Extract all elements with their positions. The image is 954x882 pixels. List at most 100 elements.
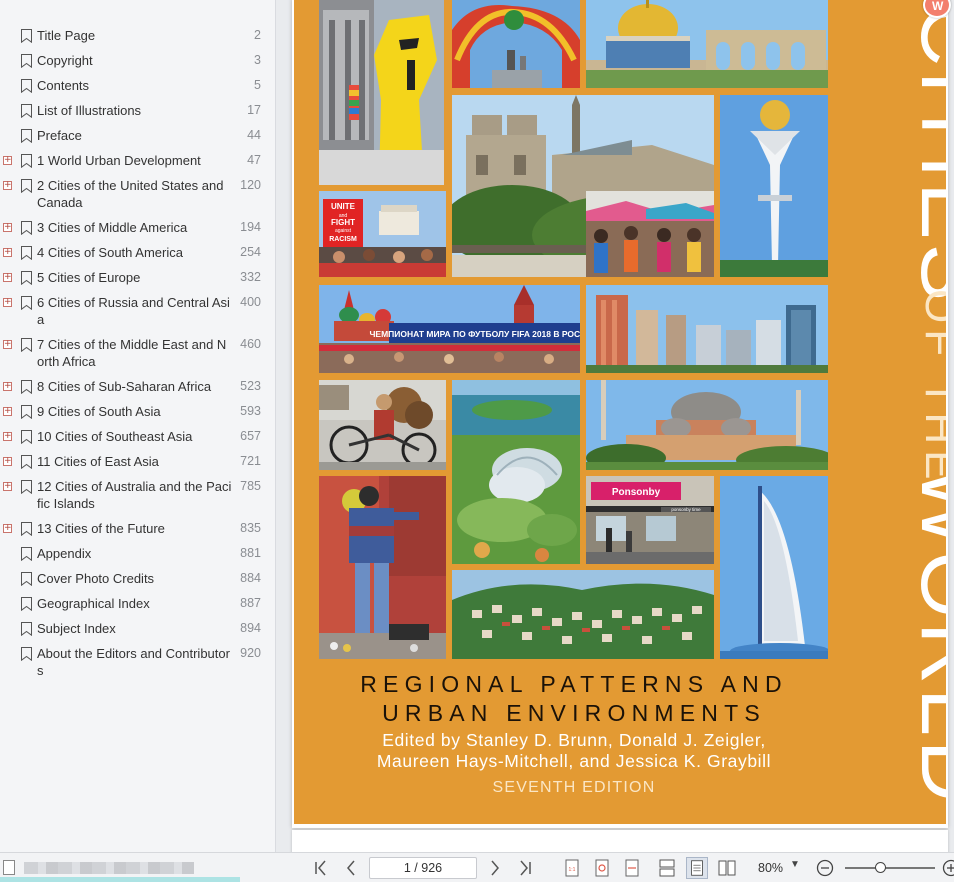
sign-against-text: against bbox=[335, 228, 352, 234]
expand-icon[interactable]: + bbox=[3, 407, 12, 416]
toc-item-label: About the Editors and Contributors bbox=[37, 646, 230, 678]
next-page-preview bbox=[292, 830, 948, 852]
toc-item[interactable]: +11 Cities of East Asia 721 bbox=[0, 452, 275, 477]
bookmark-icon bbox=[21, 296, 32, 310]
first-page-icon[interactable] bbox=[310, 857, 332, 879]
two-page-icon[interactable] bbox=[716, 857, 738, 879]
toc-item[interactable]: +5 Cities of Europe 332 bbox=[0, 268, 275, 293]
zoom-level[interactable]: 80% bbox=[758, 861, 783, 875]
toc-item-label: 6 Cities of Russia and Central Asia bbox=[37, 295, 230, 327]
expand-icon[interactable]: + bbox=[3, 382, 12, 391]
prev-page-icon[interactable] bbox=[340, 857, 362, 879]
fit-width-icon[interactable] bbox=[621, 857, 643, 879]
toc-item-label: Cover Photo Credits bbox=[37, 571, 155, 586]
expand-icon[interactable]: + bbox=[3, 340, 12, 349]
toc-item[interactable]: +2 Cities of the United States and Canad… bbox=[0, 176, 275, 218]
toc-item[interactable]: Geographical Index 887 bbox=[0, 594, 275, 619]
toc-item-label: 7 Cities of the Middle East and North Af… bbox=[37, 337, 227, 369]
expand-icon[interactable]: + bbox=[3, 181, 12, 190]
zoom-in-icon[interactable] bbox=[940, 857, 954, 879]
expand-icon[interactable]: + bbox=[3, 156, 12, 165]
toc-item-label: Title Page bbox=[37, 28, 96, 43]
actual-size-icon[interactable]: 1:1 bbox=[561, 857, 583, 879]
toc-item-page: 887 bbox=[240, 596, 261, 610]
bookmark-icon bbox=[21, 647, 32, 661]
toc-item[interactable]: List of Illustrations 17 bbox=[0, 101, 275, 126]
toc-item-page: 881 bbox=[240, 546, 261, 560]
cover-photo-dome-of-rock bbox=[586, 0, 828, 88]
bookmark-icon bbox=[21, 430, 32, 444]
toc-item-label: 3 Cities of Middle America bbox=[37, 220, 188, 235]
cover-photo-gardens-by-bay bbox=[452, 380, 580, 564]
toc-item-label: 5 Cities of Europe bbox=[37, 270, 141, 285]
toc-item[interactable]: Cover Photo Credits 884 bbox=[0, 569, 275, 594]
toc-item[interactable]: +1 World Urban Development 47 bbox=[0, 151, 275, 176]
cover-photo-protest-sign: UNITE and FIGHT against RACISM bbox=[319, 191, 446, 277]
bookmark-icon bbox=[21, 597, 32, 611]
next-page-icon[interactable] bbox=[484, 857, 506, 879]
actual-size-glyph: 1:1 bbox=[569, 867, 576, 873]
toc-item-label: 1 World Urban Development bbox=[37, 153, 201, 168]
bookmark-icon bbox=[21, 622, 32, 636]
toc-item[interactable]: +3 Cities of Middle America 194 bbox=[0, 218, 275, 243]
bookmark-icon bbox=[21, 380, 32, 394]
toc-item[interactable]: Appendix 881 bbox=[0, 544, 275, 569]
toc-item-page: 2 bbox=[254, 28, 261, 42]
fit-page-icon[interactable] bbox=[591, 857, 613, 879]
toc-item-page: 721 bbox=[240, 454, 261, 468]
toc-item[interactable]: +9 Cities of South Asia 593 bbox=[0, 402, 275, 427]
expand-icon[interactable]: + bbox=[3, 457, 12, 466]
toc-item-label: 9 Cities of South Asia bbox=[37, 404, 161, 419]
zoom-slider-thumb[interactable] bbox=[875, 862, 886, 873]
toc-item[interactable]: Preface 44 bbox=[0, 126, 275, 151]
zoom-dropdown-icon[interactable]: ▼ bbox=[790, 859, 800, 870]
book-cover-page: UNITE and FIGHT against RACISM ЧЕМПИОНАТ… bbox=[294, 0, 946, 824]
toc-item-page: 254 bbox=[240, 245, 261, 259]
sign-fight-text: FIGHT bbox=[331, 218, 355, 227]
zoom-slider-track[interactable] bbox=[845, 867, 935, 869]
blurred-status-text bbox=[24, 862, 194, 874]
cover-photo-street-art-arch bbox=[452, 0, 580, 88]
toc-item[interactable]: Copyright 3 bbox=[0, 51, 275, 76]
toc-item[interactable]: +13 Cities of the Future 835 bbox=[0, 519, 275, 544]
zoom-out-icon[interactable] bbox=[814, 857, 836, 879]
toc-item[interactable]: +7 Cities of the Middle East and North A… bbox=[0, 335, 275, 377]
bookmark-icon bbox=[21, 221, 32, 235]
toc-item-label: Subject Index bbox=[37, 621, 116, 636]
toc-item-label: Preface bbox=[37, 128, 82, 143]
toc-item-label: 12 Cities of Australia and the Pacific I… bbox=[37, 479, 232, 511]
bookmark-icon bbox=[21, 522, 32, 536]
toc-item[interactable]: Contents 5 bbox=[0, 76, 275, 101]
cover-editors-line2: Maureen Hays-Mitchell, and Jessica K. Gr… bbox=[376, 751, 772, 771]
expand-icon[interactable]: + bbox=[3, 273, 12, 282]
continuous-scroll-icon[interactable] bbox=[656, 857, 678, 879]
expand-icon[interactable]: + bbox=[3, 223, 12, 232]
toc-item-label: List of Illustrations bbox=[37, 103, 142, 118]
toc-item[interactable]: Title Page 2 bbox=[0, 26, 275, 51]
single-page-icon[interactable] bbox=[686, 857, 708, 879]
bookmark-icon bbox=[21, 104, 32, 118]
cover-photo-moscow-fifa: ЧЕМПИОНАТ МИРА ПО ФУТБОЛУ FIFA 2018 В РО… bbox=[319, 285, 580, 373]
expand-icon[interactable]: + bbox=[3, 524, 12, 533]
toc-item-label: 11 Cities of East Asia bbox=[37, 454, 159, 469]
toc-item-page: 400 bbox=[240, 295, 261, 309]
expand-icon[interactable]: + bbox=[3, 298, 12, 307]
page-number-input[interactable]: 1 / 926 bbox=[369, 857, 477, 879]
toc-item-page: 657 bbox=[240, 429, 261, 443]
toc-item[interactable]: +10 Cities of Southeast Asia 657 bbox=[0, 427, 275, 452]
toc-item[interactable]: About the Editors and Contributors 920 bbox=[0, 644, 275, 686]
toc-item[interactable]: +6 Cities of Russia and Central Asia 400 bbox=[0, 293, 275, 335]
last-page-icon[interactable] bbox=[514, 857, 536, 879]
cover-photo-graffiti-artist bbox=[319, 476, 446, 659]
document-icon bbox=[3, 860, 15, 875]
toc-item[interactable]: +12 Cities of Australia and the Pacific … bbox=[0, 477, 275, 519]
bookmark-icon bbox=[21, 154, 32, 168]
expand-icon[interactable]: + bbox=[3, 248, 12, 257]
toc-item[interactable]: +4 Cities of South America 254 bbox=[0, 243, 275, 268]
toc-item[interactable]: +8 Cities of Sub-Saharan Africa 523 bbox=[0, 377, 275, 402]
bookmark-icon bbox=[21, 405, 32, 419]
toc-item[interactable]: Subject Index 894 bbox=[0, 619, 275, 644]
expand-icon[interactable]: + bbox=[3, 432, 12, 441]
document-viewer[interactable]: UNITE and FIGHT against RACISM ЧЕМПИОНАТ… bbox=[277, 0, 954, 852]
expand-icon[interactable]: + bbox=[3, 482, 12, 491]
